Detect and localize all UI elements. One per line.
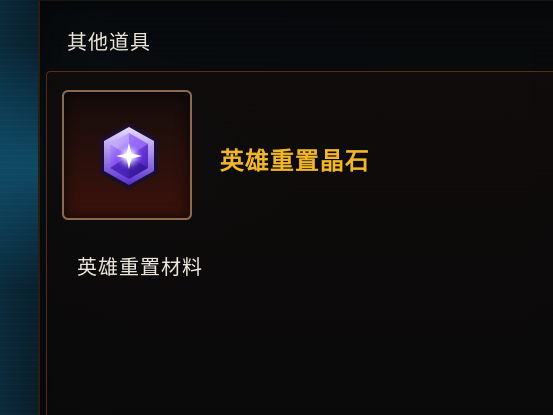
hero-reset-crystal-icon bbox=[100, 123, 158, 189]
item-name: 英雄重置晶石 bbox=[220, 147, 370, 175]
game-screen: 其他道具 英雄重置晶石 英雄重置材料 bbox=[0, 0, 553, 415]
item-slot[interactable] bbox=[62, 90, 192, 220]
panel-title: 其他道具 bbox=[67, 30, 151, 54]
item-category: 英雄重置材料 bbox=[77, 255, 203, 279]
